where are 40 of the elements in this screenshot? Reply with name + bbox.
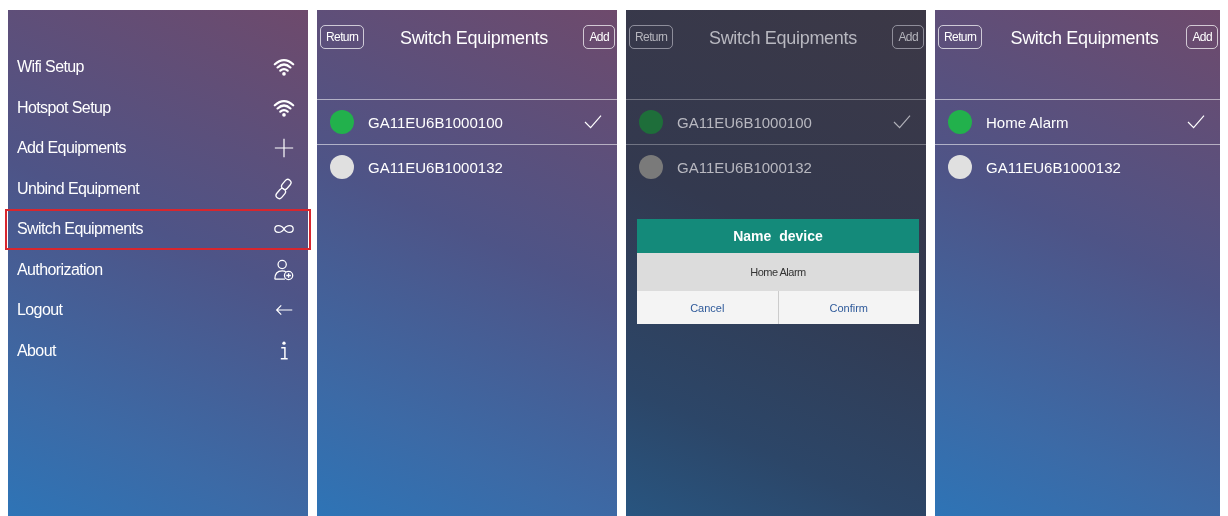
screen-title: Switch Equipments [708, 27, 857, 49]
device-row[interactable]: GA11EU6B1000132 [317, 145, 617, 189]
device-name: GA11EU6B1000100 [368, 113, 504, 131]
menu-item[interactable]: Switch Equipments [5, 209, 311, 250]
dialog-title: Name device [637, 219, 919, 253]
screen-title: Switch Equipments [1010, 27, 1159, 49]
link-icon [273, 177, 295, 200]
device-row[interactable]: GA11EU6B1000132 [626, 145, 926, 189]
plus-icon [273, 137, 295, 160]
menu-item[interactable]: Unbind Equipment [5, 168, 311, 209]
device-name: GA11EU6B1000132 [986, 158, 1122, 176]
device-name: GA11EU6B1000132 [677, 158, 813, 176]
menu-item[interactable]: Hotspot Setup [5, 87, 311, 128]
wifi-icon [273, 56, 295, 79]
device-row[interactable]: GA11EU6B1000100 [626, 100, 926, 145]
checkmark-icon [892, 114, 912, 130]
menu-item[interactable]: Wifi Setup [5, 47, 311, 88]
add-button[interactable]: Add [583, 25, 615, 49]
return-button[interactable]: Return [320, 25, 365, 49]
device-row[interactable]: Home Alarm [935, 100, 1220, 145]
user-add-icon [273, 258, 295, 281]
device-name: GA11EU6B1000100 [677, 113, 813, 131]
device-row[interactable]: GA11EU6B1000132 [935, 145, 1220, 189]
menu-item[interactable]: Authorization [5, 249, 311, 290]
menu-item[interactable]: Add Equipments [5, 128, 311, 169]
dialog-button[interactable]: Confirm [777, 291, 919, 324]
name-field[interactable]: Home Alarm [637, 253, 919, 291]
return-button[interactable]: Return [629, 25, 674, 49]
dialog-button[interactable]: Cancel [637, 291, 778, 324]
checkmark-icon [1186, 114, 1206, 130]
screen-title: Switch Equipments [399, 27, 548, 49]
device-name: GA11EU6B1000132 [368, 158, 504, 176]
add-button[interactable]: Add [892, 25, 924, 49]
menu-item[interactable]: Logout [5, 290, 311, 331]
device-row[interactable]: GA11EU6B1000100 [317, 100, 617, 145]
device-name: Home Alarm [986, 113, 1070, 131]
return-button[interactable]: Return [938, 25, 983, 49]
menu-item[interactable]: About [5, 330, 311, 371]
checkmark-icon [583, 114, 603, 130]
add-button[interactable]: Add [1186, 25, 1218, 49]
